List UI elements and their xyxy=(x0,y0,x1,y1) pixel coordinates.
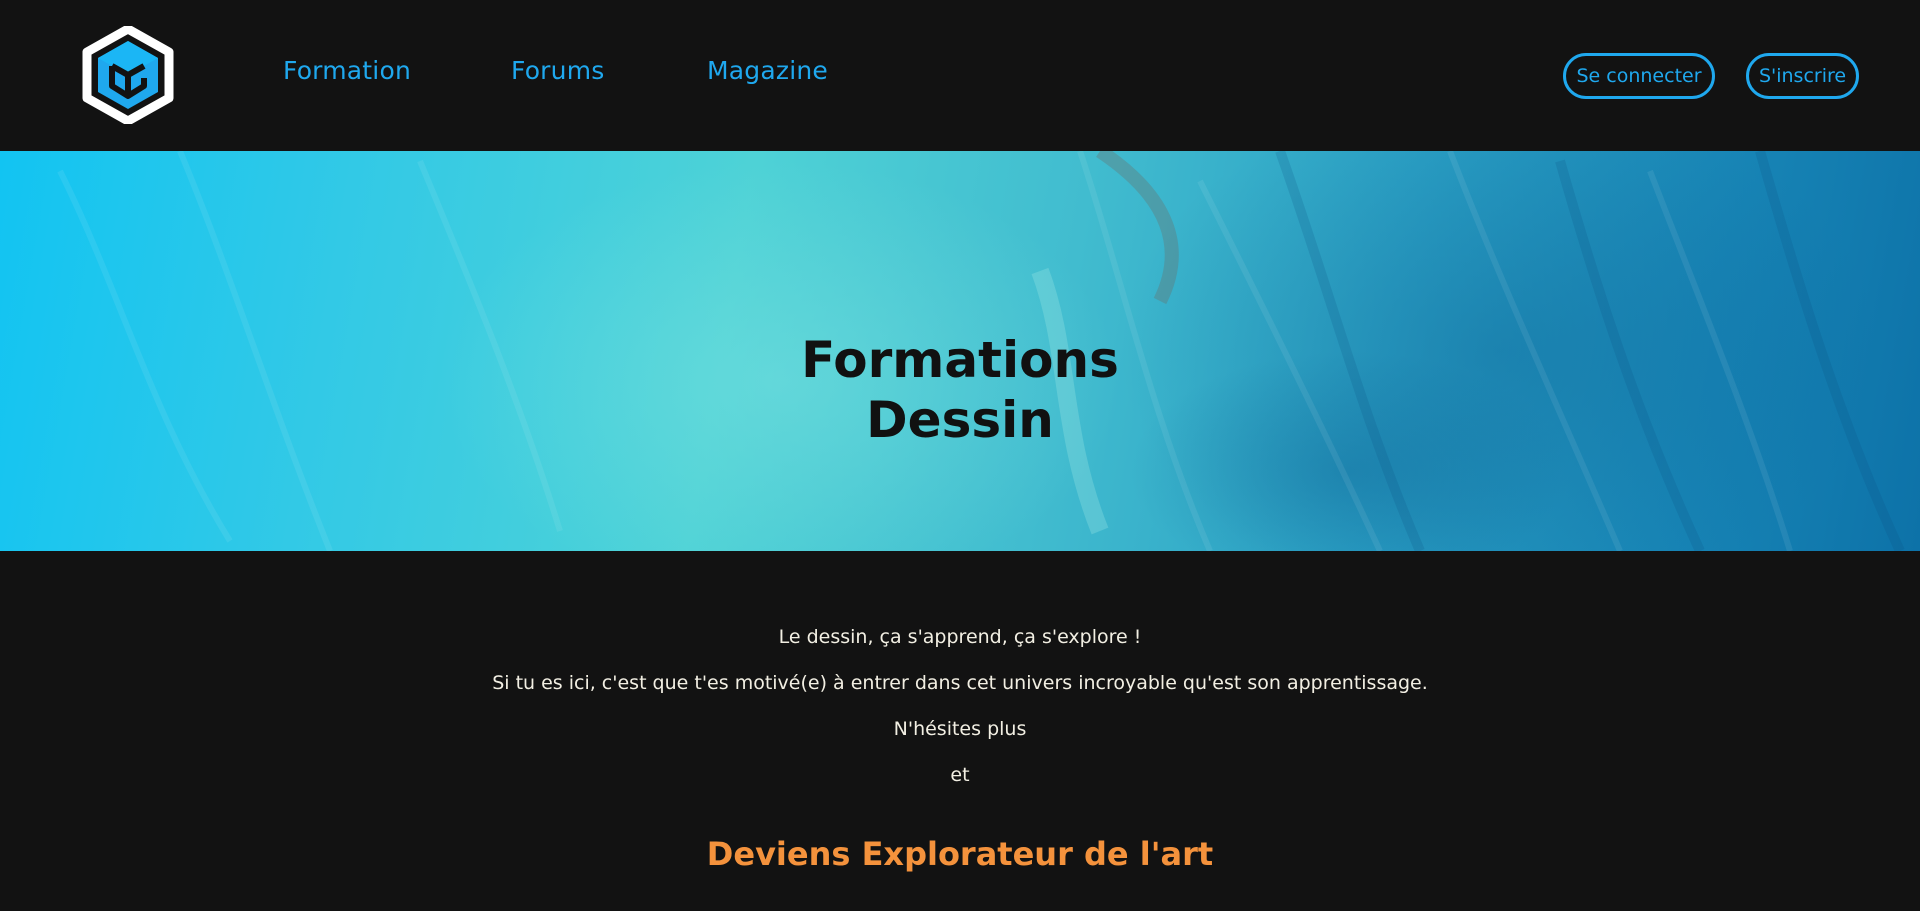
page-title-line-1: Formations xyxy=(801,330,1119,389)
intro-line: N'hésites plus xyxy=(893,718,1027,740)
signup-button[interactable]: S'inscrire xyxy=(1746,53,1859,99)
intro-line: et xyxy=(950,764,970,786)
cta-heading: Deviens Explorateur de l'art xyxy=(706,835,1214,873)
intro-line: Si tu es ici, c'est que t'es motivé(e) à… xyxy=(492,672,1428,694)
top-navigation-bar: Formation Forums Magazine Se connecter S… xyxy=(0,0,1920,151)
page-title-line-2: Dessin xyxy=(866,390,1054,449)
hexagon-cube-logo-icon[interactable] xyxy=(82,26,174,124)
page-title: Formations Dessin xyxy=(0,330,1920,450)
hero-banner: Formations Dessin xyxy=(0,151,1920,551)
intro-line: Le dessin, ça s'apprend, ça s'explore ! xyxy=(778,626,1142,648)
nav-link-magazine[interactable]: Magazine xyxy=(707,56,828,85)
nav-link-formation[interactable]: Formation xyxy=(283,56,411,85)
login-button[interactable]: Se connecter xyxy=(1563,53,1715,99)
intro-text: Le dessin, ça s'apprend, ça s'explore ! … xyxy=(0,622,1920,806)
nav-link-forums[interactable]: Forums xyxy=(511,56,605,85)
